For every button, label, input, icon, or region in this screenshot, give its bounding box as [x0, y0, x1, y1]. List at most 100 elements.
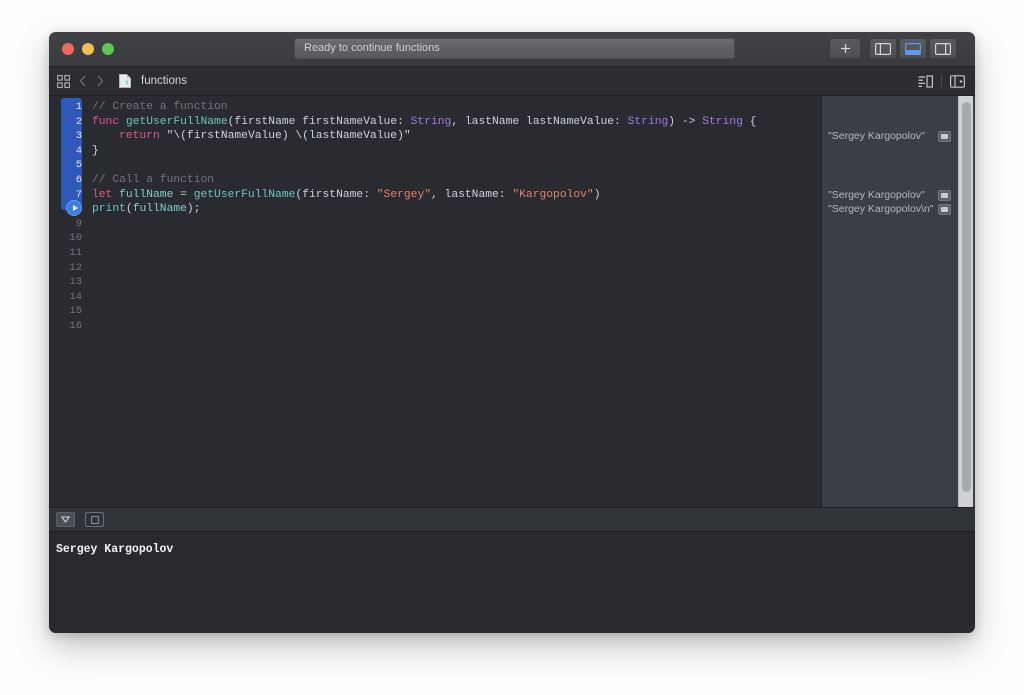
token-punct: );	[187, 203, 201, 215]
assistant-editor-icon[interactable]	[950, 75, 965, 88]
line-number: 10	[49, 231, 82, 246]
quick-look-icon	[941, 207, 948, 212]
token-keyword: func	[92, 116, 126, 128]
chevron-left-icon[interactable]	[79, 75, 87, 87]
jump-bar-left: functions	[57, 67, 187, 95]
quick-look-button[interactable]	[938, 204, 951, 215]
code-line[interactable]: 16	[49, 319, 821, 334]
code-text: return "\(firstNameValue) \(lastNameValu…	[92, 129, 411, 144]
code-line[interactable]: 15	[49, 304, 821, 319]
code-line[interactable]: 3 return "\(firstNameValue) \(lastNameVa…	[49, 129, 821, 144]
source-editor[interactable]: 1 // Create a function 2 func getUserFullNa…	[49, 96, 821, 507]
token-fn: getUserFullName	[126, 116, 228, 128]
token-comment: // Create a function	[92, 101, 228, 113]
grid-icon[interactable]	[57, 75, 70, 88]
code-line[interactable]: 13	[49, 275, 821, 290]
code-line[interactable]: 10	[49, 231, 821, 246]
editor-area: 1 // Create a function 2 func getUserFullNa…	[49, 96, 975, 507]
line-number: 14	[49, 290, 82, 305]
token-fn: getUserFullName	[194, 189, 296, 201]
console-clear-button[interactable]	[85, 512, 104, 527]
line-number: 1	[49, 100, 82, 115]
results-scrollbar-track[interactable]	[958, 96, 973, 507]
code-line[interactable]: 11	[49, 246, 821, 261]
minimap-icon[interactable]	[918, 75, 933, 88]
screenshot-root: Ready to continue functions	[0, 0, 1024, 695]
line-number: 7	[49, 188, 82, 203]
token-punct: }	[92, 145, 99, 157]
console-filter-button[interactable]	[56, 512, 75, 527]
code-line[interactable]: 4}	[49, 144, 821, 159]
jump-bar-right	[918, 67, 965, 95]
add-button[interactable]	[829, 38, 861, 59]
token-type: String	[411, 116, 452, 128]
chevron-down-icon	[61, 516, 70, 523]
line-number: 9	[49, 217, 82, 232]
quick-look-button[interactable]	[938, 131, 951, 142]
quick-look-icon	[941, 193, 948, 198]
code-line[interactable]: 1 // Create a function	[49, 100, 821, 115]
results-scrollbar-thumb[interactable]	[962, 102, 971, 492]
close-window-button[interactable]	[62, 43, 74, 55]
results-sidebar: "Sergey Kargopolov""Sergey Kargopolov""S…	[822, 96, 975, 507]
token-plain	[92, 130, 119, 142]
token-string-interp: "\(firstNameValue) \(lastNameValue)"	[167, 130, 411, 142]
quick-look-button[interactable]	[938, 190, 951, 201]
left-panel-icon	[875, 43, 891, 55]
jump-bar: functions	[49, 67, 975, 96]
minimize-window-button[interactable]	[82, 43, 94, 55]
plus-icon	[840, 43, 851, 54]
token-keyword: return	[119, 130, 166, 142]
line-number: 13	[49, 275, 82, 290]
code-line[interactable]: 14	[49, 290, 821, 305]
inspector-toggle-button[interactable]	[929, 38, 957, 59]
code-line[interactable]: 6 // Call a function	[49, 173, 821, 188]
line-number: 15	[49, 304, 82, 319]
debug-toolbar	[49, 507, 975, 532]
token-punct: {	[743, 116, 757, 128]
code-text: func getUserFullName(firstName firstName…	[92, 115, 756, 130]
code-line[interactable]: 5	[49, 158, 821, 173]
maximize-window-button[interactable]	[102, 43, 114, 55]
line-number: 11	[49, 246, 82, 261]
code-line[interactable]: 2 func getUserFullName(firstName firstNam…	[49, 115, 821, 130]
stop-square-icon	[91, 516, 99, 524]
token-string: "Sergey"	[377, 189, 431, 201]
token-punct: ) ->	[668, 116, 702, 128]
chevron-right-icon[interactable]	[96, 75, 104, 87]
token-string: "Kargopolov"	[512, 189, 593, 201]
result-row[interactable]: "Sergey Kargopolov\n"	[822, 202, 975, 217]
line-number: 5	[49, 158, 82, 173]
debug-area-toggle-button[interactable]	[899, 38, 927, 59]
console-output-text: Sergey Kargopolov	[56, 543, 173, 556]
code-line[interactable]: print(fullName);	[49, 202, 821, 217]
breadcrumb-file-name[interactable]: functions	[141, 75, 187, 87]
navigator-toggle-button[interactable]	[869, 38, 897, 59]
line-number: 3	[49, 129, 82, 144]
line-number: 4	[49, 144, 82, 159]
panel-toggle-group	[869, 38, 959, 59]
result-row[interactable]: "Sergey Kargopolov"	[822, 188, 975, 203]
status-text: Ready to continue functions	[304, 42, 440, 54]
xcode-window: Ready to continue functions	[49, 32, 975, 633]
result-value: "Sergey Kargopolov\n"	[828, 202, 934, 217]
code-text: // Call a function	[92, 173, 214, 188]
token-var: fullName	[119, 189, 173, 201]
code-line[interactable]: 7 let fullName = getUserFullName(firstNam…	[49, 188, 821, 203]
code-text: print(fullName);	[92, 202, 200, 217]
token-punct: )	[594, 189, 601, 201]
status-field: Ready to continue functions	[294, 38, 735, 59]
code-line[interactable]: 12	[49, 261, 821, 276]
console-output-pane[interactable]: Sergey Kargopolov	[49, 532, 975, 633]
line-number: 2	[49, 115, 82, 130]
right-panel-icon	[935, 43, 951, 55]
code-text: let fullName = getUserFullName(firstName…	[92, 188, 601, 203]
result-row[interactable]: "Sergey Kargopolov"	[822, 129, 975, 144]
quick-look-icon	[941, 134, 948, 139]
result-value: "Sergey Kargopolov"	[828, 129, 925, 144]
swift-file-icon[interactable]	[119, 74, 131, 88]
line-number: 6	[49, 173, 82, 188]
code-line[interactable]: 9	[49, 217, 821, 232]
code-text: // Create a function	[92, 100, 228, 115]
code-text: }	[92, 144, 99, 159]
